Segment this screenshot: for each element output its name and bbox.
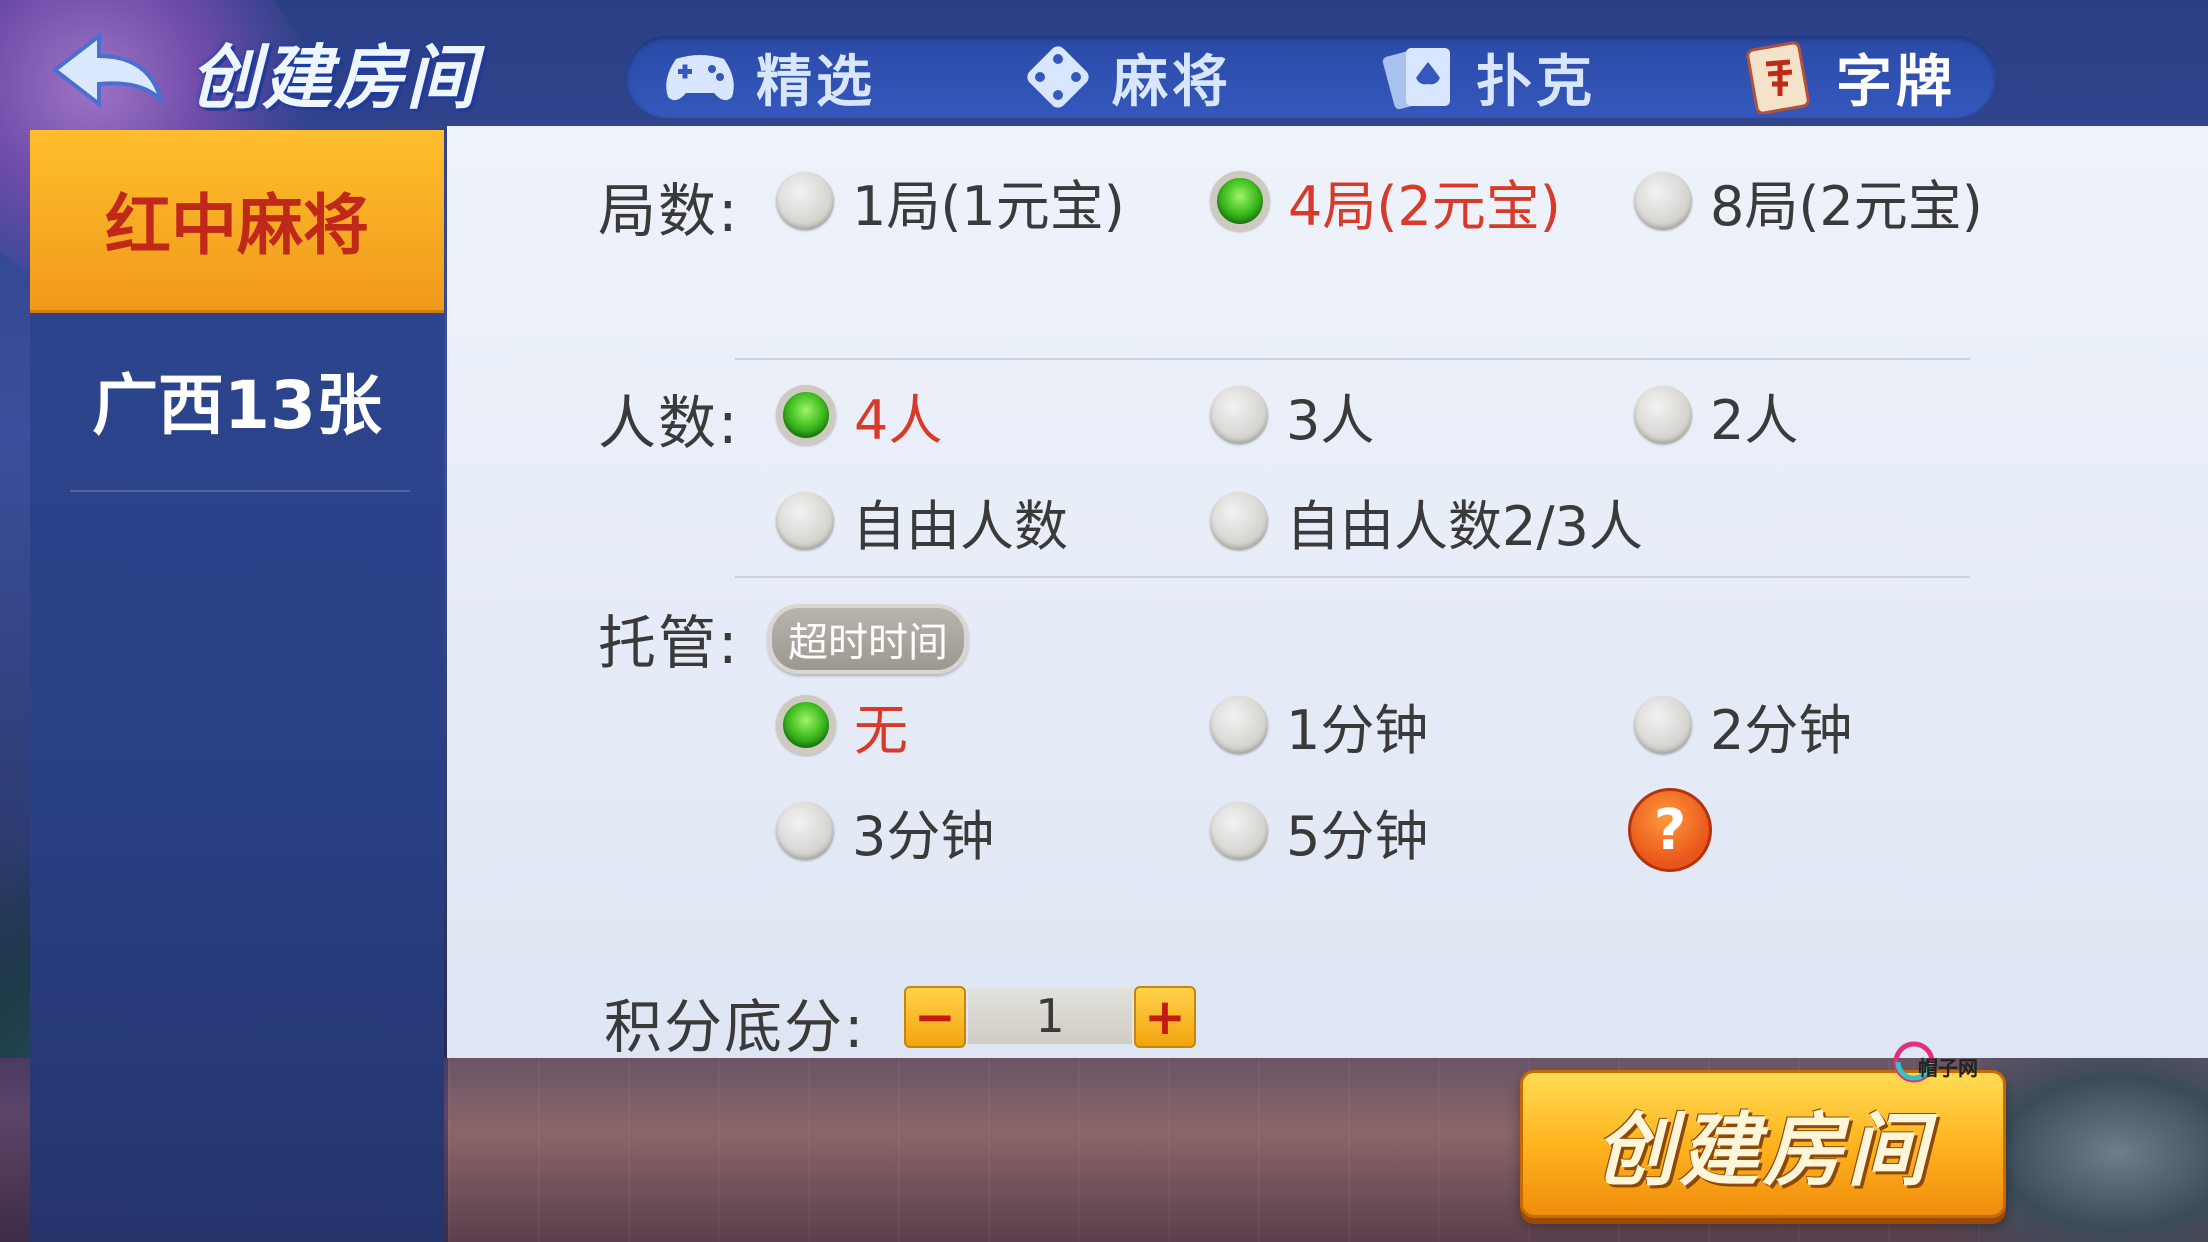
- players-label: 人数:: [598, 389, 740, 457]
- timeout-badge: 超时时间: [768, 604, 968, 674]
- create-room-label: 创建房间: [1595, 1104, 1931, 1197]
- rounds-label: 局数:: [598, 177, 740, 245]
- sidebar-item-guangxi-13[interactable]: 广西13张: [30, 310, 444, 490]
- option-label: 2分钟: [1710, 698, 1853, 762]
- hosting-option-5min[interactable]: 5分钟: [1210, 796, 1428, 868]
- rounds-option-8[interactable]: 8局(2元宝): [1634, 166, 1983, 238]
- option-label: 8局(2元宝): [1710, 174, 1983, 238]
- radio-button[interactable]: [776, 802, 834, 860]
- section-divider: [735, 358, 1970, 360]
- radio-button-selected[interactable]: [1210, 171, 1270, 231]
- hosting-label: 托管:: [598, 609, 740, 677]
- tab-puke[interactable]: 扑克: [1382, 36, 1596, 118]
- back-button[interactable]: [48, 28, 168, 112]
- option-label: 4局(2元宝): [1288, 174, 1561, 238]
- rounds-option-4[interactable]: 4局(2元宝): [1210, 166, 1561, 238]
- hosting-option-3min[interactable]: 3分钟: [776, 796, 994, 868]
- tab-label: 精选: [756, 49, 876, 115]
- base-score-value: 1: [968, 988, 1132, 1044]
- option-label: 4人: [854, 388, 943, 452]
- increment-button[interactable]: +: [1134, 986, 1196, 1048]
- section-divider: [735, 576, 1970, 578]
- players-option-2[interactable]: 2人: [1634, 380, 1798, 452]
- sidebar-item-hongzhong-majiang[interactable]: 红中麻将: [30, 130, 444, 313]
- hosting-option-2min[interactable]: 2分钟: [1634, 690, 1852, 762]
- option-label: 5分钟: [1286, 804, 1429, 868]
- watermark-logo: 帽子网: [1892, 1040, 1984, 1092]
- radio-button-selected[interactable]: [776, 695, 836, 755]
- option-label: 2人: [1710, 388, 1799, 452]
- category-tabs: 精选 麻将 扑克 字牌: [626, 36, 1996, 118]
- option-label: 自由人数2/3人: [1286, 494, 1643, 558]
- dice-icon: [1022, 41, 1094, 113]
- players-option-3[interactable]: 3人: [1210, 380, 1374, 452]
- tab-zipai[interactable]: 字牌: [1742, 36, 1956, 118]
- cards-icon: [1382, 42, 1458, 112]
- help-icon[interactable]: ?: [1628, 788, 1712, 872]
- option-label: 1分钟: [1286, 698, 1429, 762]
- hosting-option-1min[interactable]: 1分钟: [1210, 690, 1428, 762]
- tab-label: 麻将: [1112, 49, 1232, 115]
- radio-button[interactable]: [1634, 172, 1692, 230]
- watermark-text: 帽子网: [1918, 1056, 1978, 1080]
- page-title: 创建房间: [190, 37, 478, 119]
- radio-button[interactable]: [1634, 386, 1692, 444]
- option-label: 1局(1元宝): [852, 174, 1125, 238]
- sidebar-item-label: 红中麻将: [105, 187, 369, 264]
- option-label: 3人: [1286, 388, 1375, 452]
- radio-button[interactable]: [1210, 696, 1268, 754]
- radio-button[interactable]: [1210, 492, 1268, 550]
- radio-button-selected[interactable]: [776, 385, 836, 445]
- hosting-option-none[interactable]: 无: [776, 690, 908, 762]
- tab-majiang[interactable]: 麻将: [1022, 36, 1232, 118]
- decrement-button[interactable]: −: [904, 986, 966, 1048]
- room-settings-panel: [447, 126, 2208, 1058]
- game-type-sidebar: 红中麻将 广西13张: [30, 130, 444, 1242]
- radio-button[interactable]: [1210, 802, 1268, 860]
- tab-label: 扑克: [1476, 49, 1596, 115]
- zipai-card-icon: [1742, 40, 1818, 114]
- sidebar-divider: [70, 490, 410, 492]
- radio-button[interactable]: [776, 172, 834, 230]
- players-option-free[interactable]: 自由人数: [776, 486, 1068, 558]
- base-score-stepper: − 1 +: [904, 986, 1196, 1048]
- radio-button[interactable]: [1634, 696, 1692, 754]
- option-label: 3分钟: [852, 804, 995, 868]
- rounds-option-1[interactable]: 1局(1元宝): [776, 166, 1125, 238]
- radio-button[interactable]: [1210, 386, 1268, 444]
- tab-jingxuan[interactable]: 精选: [662, 36, 876, 118]
- sidebar-item-label: 广西13张: [92, 367, 382, 444]
- create-room-button[interactable]: 创建房间: [1520, 1070, 2006, 1218]
- back-arrow-icon: [51, 31, 165, 109]
- option-label: 无: [854, 698, 908, 762]
- tab-label: 字牌: [1836, 49, 1956, 115]
- option-label: 自由人数: [852, 494, 1068, 558]
- gamepad-icon: [662, 49, 738, 105]
- players-option-free-2-3[interactable]: 自由人数2/3人: [1210, 486, 1643, 558]
- radio-button[interactable]: [776, 492, 834, 550]
- players-option-4[interactable]: 4人: [776, 380, 942, 452]
- base-score-label: 积分底分:: [604, 993, 866, 1061]
